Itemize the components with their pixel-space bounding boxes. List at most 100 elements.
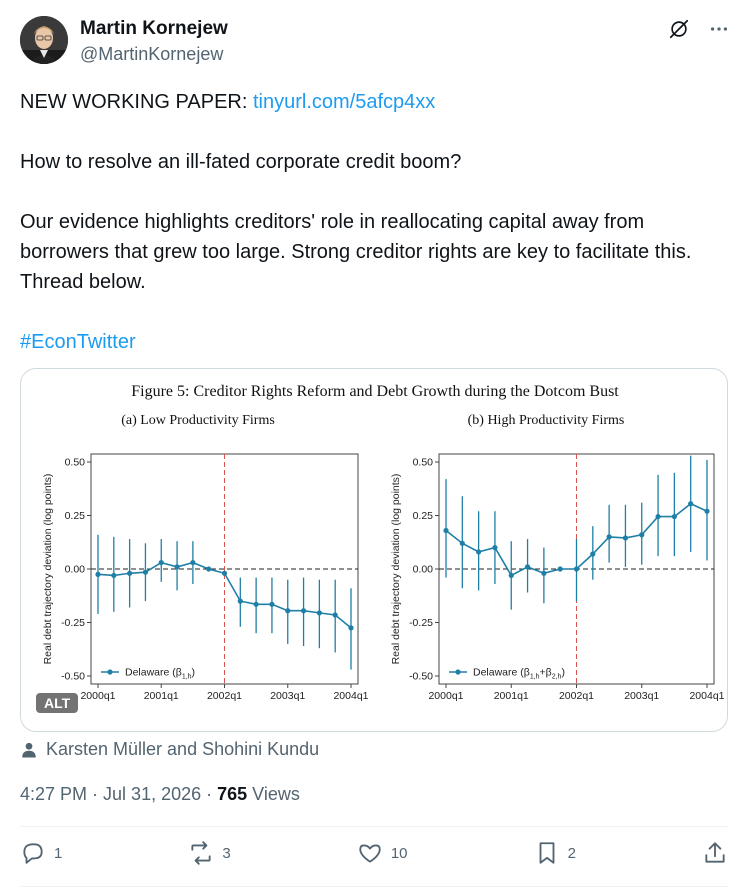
meta-separator: · (201, 784, 218, 804)
data-point (237, 598, 243, 604)
data-point (206, 566, 212, 572)
y-tick-label: 0.25 (413, 510, 434, 522)
avatar-image (20, 16, 68, 64)
data-point (95, 571, 101, 577)
data-point (541, 570, 547, 576)
data-point (639, 532, 645, 538)
tweet-date[interactable]: Jul 31, 2026 (103, 784, 201, 804)
divider (20, 826, 728, 827)
y-axis-label: Real debt trajectory deviation (log poin… (42, 474, 54, 665)
data-point (704, 508, 710, 514)
tweet-time[interactable]: 4:27 PM (20, 784, 87, 804)
data-point (316, 610, 322, 616)
like-count: 10 (390, 844, 408, 862)
views-count: 765 (217, 784, 248, 804)
x-tick-label: 2002q1 (559, 690, 594, 702)
panel-title: (a) Low Productivity Firms (121, 413, 275, 428)
data-point (158, 559, 164, 566)
figure-svg: Figure 5: Creditor Rights Reform and Deb… (42, 383, 725, 702)
grok-icon[interactable] (666, 16, 692, 42)
y-tick-label: 0.00 (65, 564, 86, 576)
y-tick-label: -0.50 (61, 671, 85, 683)
meta-separator: · (87, 784, 104, 804)
data-point (300, 608, 307, 614)
chart-panel-low-productivity: (a) Low Productivity Firms 0.50 0.25 0.00 -0… (42, 413, 369, 702)
x-tick-label: 2004q1 (333, 690, 368, 702)
x-tick-label: 2000q1 (80, 690, 115, 702)
data-point (508, 572, 514, 579)
figure-title: Figure 5: Creditor Rights Reform and Deb… (131, 383, 619, 400)
legend-marker (107, 669, 113, 675)
y-tick-label: 0.50 (65, 457, 86, 469)
data-point (459, 540, 465, 546)
x-tick-label: 2000q1 (428, 690, 463, 702)
image-credits: Karsten Müller and Shohini Kundu (20, 739, 319, 760)
repost-icon (191, 841, 211, 865)
data-point (688, 501, 694, 507)
y-tick-label: 0.50 (413, 457, 434, 469)
share-button[interactable] (702, 840, 728, 866)
data-point (253, 601, 259, 607)
y-tick-label: 0.00 (413, 564, 434, 576)
paper-announcement: NEW WORKING PAPER: (20, 91, 253, 113)
more-options-icon[interactable] (706, 16, 732, 42)
data-point (332, 612, 338, 618)
bookmark-button[interactable]: 2 (534, 840, 576, 866)
y-tick-label: -0.50 (409, 671, 433, 683)
share-icon (705, 842, 725, 863)
views-label: Views (247, 784, 300, 804)
action-bar: 1 3 10 2 (20, 840, 728, 866)
divider (20, 886, 728, 887)
paper-link[interactable]: tinyurl.com/5afcp4xx (253, 91, 435, 113)
data-point (557, 566, 563, 572)
data-point (285, 608, 291, 614)
reply-count: 1 (54, 844, 63, 862)
like-button[interactable]: 10 (357, 840, 408, 866)
y-axis-label: Real debt trajectory deviation (log poin… (390, 474, 402, 665)
y-tick-label: -0.25 (61, 617, 85, 629)
legend-label: Delaware (β1,h+β2,h) (473, 667, 565, 681)
repost-count: 3 (222, 844, 231, 862)
author-handle[interactable]: @MartinKornejew (80, 42, 223, 66)
x-tick-label: 2002q1 (207, 690, 242, 702)
data-point (573, 566, 580, 572)
data-point (590, 551, 596, 557)
tweet-image[interactable]: Figure 5: Creditor Rights Reform and Deb… (20, 368, 728, 732)
reply-icon (23, 843, 43, 864)
data-point (443, 527, 449, 534)
data-point (111, 572, 117, 579)
data-point (221, 570, 228, 576)
data-point (190, 559, 196, 566)
data-point (606, 534, 612, 540)
data-point (348, 625, 354, 631)
reply-button[interactable]: 1 (20, 840, 62, 866)
person-icon (22, 742, 36, 757)
tweet-line-1: NEW WORKING PAPER: tinyurl.com/5afcp4xx (20, 87, 720, 117)
chart-panel-high-productivity: (b) High Productivity Firms 0.50 0.25 0.00 -… (390, 413, 725, 702)
data-point (671, 513, 677, 520)
bookmark-icon (539, 842, 554, 864)
x-tick-label: 2001q1 (494, 690, 529, 702)
x-tick-label: 2004q1 (689, 690, 724, 702)
author-name[interactable]: Martin Kornejew (80, 17, 228, 41)
heart-icon (359, 844, 381, 863)
credits-text[interactable]: Karsten Müller and Shohini Kundu (46, 739, 319, 760)
alt-badge[interactable]: ALT (36, 693, 79, 713)
hashtag-link[interactable]: #EconTwitter (20, 331, 136, 353)
data-point (655, 513, 661, 520)
legend-label: Delaware (β1,h) (125, 667, 195, 681)
x-tick-label: 2001q1 (144, 690, 179, 702)
panel-title: (b) High Productivity Firms (468, 413, 625, 428)
avatar[interactable] (20, 16, 68, 64)
repost-button[interactable]: 3 (188, 840, 231, 866)
data-point (476, 549, 482, 555)
tweet-meta: 4:27 PM · Jul 31, 2026 · 765 Views (20, 784, 300, 805)
data-point (174, 564, 180, 570)
tweet-text: NEW WORKING PAPER: tinyurl.com/5afcp4xx … (20, 87, 720, 357)
data-point (127, 570, 133, 576)
tweet-body: Our evidence highlights creditors' role … (20, 211, 692, 293)
x-tick-label: 2003q1 (270, 690, 305, 702)
bookmark-count: 2 (567, 844, 576, 862)
data-point (622, 535, 629, 541)
y-tick-label: 0.25 (65, 510, 86, 522)
